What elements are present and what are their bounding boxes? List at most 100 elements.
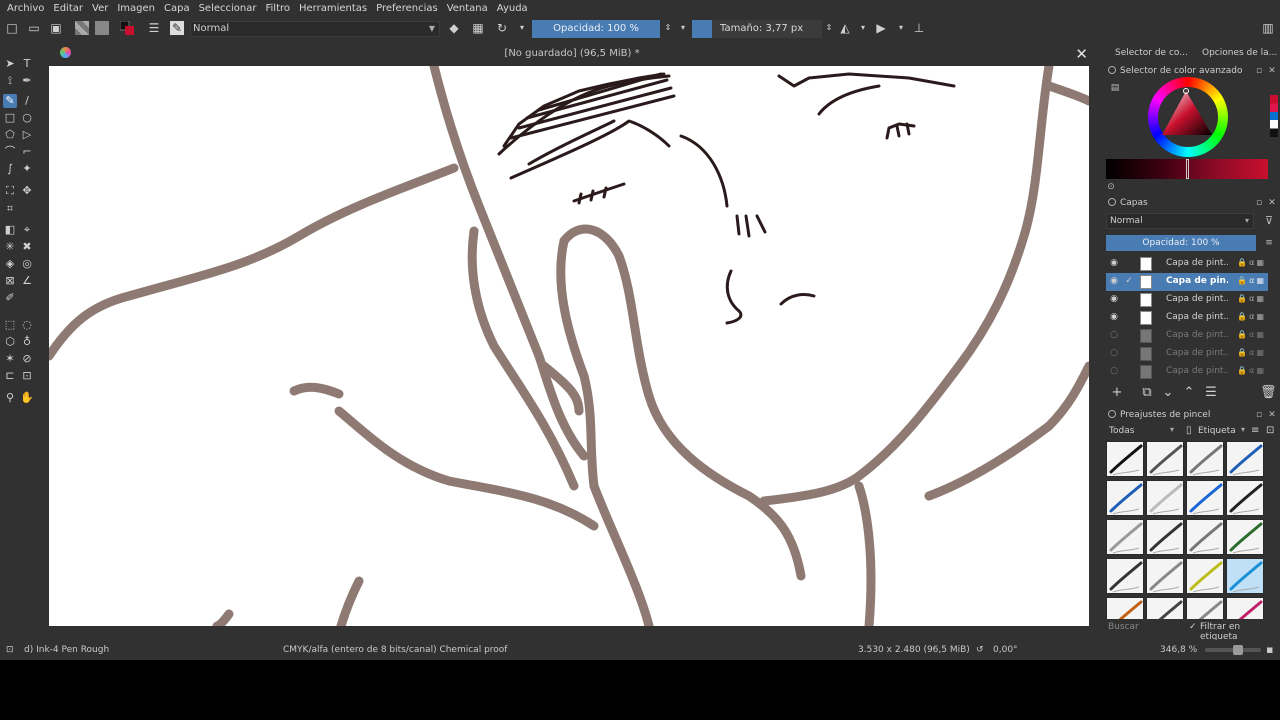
menu-filtro[interactable]: Filtro — [265, 3, 290, 14]
brush-preset-tile[interactable] — [1146, 519, 1184, 555]
size-slider[interactable]: Tamaño: 3,77 px — [692, 20, 822, 38]
pattern-icon[interactable] — [95, 21, 109, 35]
close-icon[interactable]: ✕ — [1267, 410, 1277, 420]
brush-preset-tile[interactable] — [1146, 480, 1184, 516]
freehand-path-icon[interactable]: ⌐ — [20, 145, 34, 159]
eye-closed-icon[interactable]: ○ — [1109, 330, 1119, 340]
preserve-alpha-icon[interactable]: ▦ — [471, 21, 485, 35]
bezier-tool-icon[interactable]: ⌒ — [3, 145, 17, 159]
menu-capa[interactable]: Capa — [164, 3, 190, 14]
opacity-slider[interactable]: Opacidad: 100 % — [532, 20, 660, 38]
reference-images-icon[interactable]: ✐ — [3, 291, 17, 305]
brush-preset-icon[interactable]: ✎ — [170, 21, 184, 35]
chevron-down-icon[interactable]: ▾ — [856, 21, 870, 35]
enclose-fill-icon[interactable]: ◎ — [20, 257, 34, 271]
smart-patch-icon[interactable]: ✖ — [20, 240, 34, 254]
checkbox[interactable] — [1124, 348, 1134, 358]
float-icon[interactable]: ▫ — [1254, 66, 1264, 76]
polyline-tool-icon[interactable]: ▷ — [20, 128, 34, 142]
layer-properties-icon[interactable]: ☰ — [1204, 385, 1218, 401]
gradient-icon[interactable] — [75, 21, 89, 35]
workspace-icon[interactable]: ▥ — [1261, 21, 1275, 35]
layer-blend-mode-select[interactable]: Normal ▾ — [1106, 213, 1254, 229]
menu-imagen[interactable]: Imagen — [117, 3, 155, 14]
select-shapes-icon[interactable]: ➤ — [3, 57, 17, 71]
brush-preset-tile[interactable] — [1226, 441, 1264, 477]
eye-icon[interactable]: ◉ — [1109, 294, 1119, 304]
gradient-tool-icon[interactable]: ◧ — [3, 223, 17, 237]
horizontal-scrollbar[interactable] — [49, 626, 1089, 636]
color-history-strip[interactable] — [1270, 95, 1278, 137]
close-icon[interactable]: ✕ — [1075, 45, 1088, 63]
tab-tool-options[interactable]: Opciones de la... — [1202, 43, 1277, 63]
edit-shapes-icon[interactable]: ⟟ — [3, 74, 17, 88]
checkbox[interactable] — [1124, 294, 1134, 304]
new-document-icon[interactable]: □ — [5, 21, 19, 35]
line-tool-icon[interactable]: / — [20, 94, 34, 108]
move-layer-up-icon[interactable]: ⌃ — [1182, 385, 1196, 401]
layer-flags-icon[interactable]: 🔒α▦ — [1237, 330, 1266, 339]
brush-preset-tile[interactable] — [1106, 480, 1144, 516]
status-brush-icon[interactable]: ⊡ — [6, 645, 14, 655]
mirror-horizontal-icon[interactable]: ◭ — [838, 21, 852, 35]
color-triangle[interactable] — [1148, 77, 1228, 157]
brush-preset-tile[interactable] — [1146, 441, 1184, 477]
layer-flags-icon[interactable]: 🔒α▦ — [1237, 312, 1266, 321]
brush-preset-tile[interactable] — [1106, 597, 1144, 619]
refresh-icon[interactable]: ⊙ — [1106, 182, 1116, 192]
pan-tool-icon[interactable]: ✋ — [20, 391, 34, 405]
brush-preset-tile[interactable] — [1106, 519, 1144, 555]
open-folder-icon[interactable]: ▭ — [27, 21, 41, 35]
wrap-around-icon[interactable]: ⊥ — [912, 21, 926, 35]
spin-arrows-icon[interactable]: ⇕ — [661, 21, 675, 35]
brush-preset-tile[interactable] — [1226, 558, 1264, 594]
checkbox[interactable] — [1124, 258, 1134, 268]
color-settings-icon[interactable]: ▤ — [1110, 83, 1120, 93]
menu-archivo[interactable]: Archivo — [7, 3, 44, 14]
checkbox[interactable] — [1124, 366, 1134, 376]
brush-preset-tile[interactable] — [1186, 519, 1224, 555]
layer-flags-icon[interactable]: 🔒α▦ — [1237, 348, 1266, 357]
zoom-slider-knob[interactable] — [1233, 645, 1243, 655]
menu-herramientas[interactable]: Herramientas — [299, 3, 367, 14]
polygon-tool-icon[interactable]: ⬠ — [3, 128, 17, 142]
tab-color-selector[interactable]: Selector de co... — [1115, 43, 1188, 63]
blend-mode-select[interactable]: Normal ▼ — [190, 21, 440, 37]
outline-select-icon[interactable]: ♁ — [20, 335, 34, 349]
layer-row[interactable]: ○ Capa de pint... 🔒α▦ — [1106, 327, 1268, 345]
similar-select-icon[interactable]: ⊘ — [20, 352, 34, 366]
filter-icon[interactable]: ⊽ — [1264, 215, 1274, 226]
float-icon[interactable]: ▫ — [1254, 198, 1264, 208]
layer-row[interactable]: ◉ Capa de pint... 🔒α▦ — [1106, 291, 1268, 309]
measure-tool-icon[interactable]: ∠ — [20, 274, 34, 288]
text-tool-icon[interactable]: T — [20, 57, 34, 71]
close-icon[interactable]: ✕ — [1267, 198, 1277, 208]
fill-tool-icon[interactable]: ◈ — [3, 257, 17, 271]
mirror-vertical-icon[interactable]: ▶ — [874, 21, 888, 35]
scroll-up-icon[interactable]: ⊡ — [1266, 425, 1274, 436]
reload-preset-icon[interactable]: ↻ — [495, 21, 509, 35]
menu-ver[interactable]: Ver — [92, 3, 108, 14]
color-hue-ring[interactable] — [1148, 77, 1228, 157]
move-tool-icon[interactable]: ✥ — [20, 184, 34, 198]
brush-preset-tile[interactable] — [1106, 441, 1144, 477]
status-color-space[interactable]: CMYK/alfa (entero de 8 bits/canal) Chemi… — [283, 645, 507, 655]
brush-preset-tile[interactable] — [1146, 597, 1184, 619]
vertical-scrollbar[interactable] — [1089, 66, 1097, 626]
ellipse-select-icon[interactable]: ◌ — [20, 318, 34, 332]
menu-editar[interactable]: Editar — [53, 3, 83, 14]
checkbox[interactable] — [1124, 330, 1134, 340]
rotate-icon[interactable]: ↺ — [976, 645, 984, 655]
menu-seleccionar[interactable]: Seleccionar — [199, 3, 257, 14]
layer-opacity-slider[interactable]: Opacidad: 100 % — [1106, 235, 1256, 251]
menu-icon[interactable]: ≡ — [1264, 238, 1274, 248]
brush-search-input[interactable]: Buscar — [1108, 622, 1139, 632]
layer-row[interactable]: ◉ Capa de pint... 🔒α▦ — [1106, 309, 1268, 327]
delete-layer-icon[interactable]: 🗑 — [1260, 385, 1277, 401]
status-zoom[interactable]: 346,8 % — [1160, 645, 1197, 655]
status-rotation[interactable]: 0,00° — [993, 645, 1018, 655]
brush-preset-tile[interactable] — [1186, 558, 1224, 594]
dynamic-brush-icon[interactable]: ∫ — [3, 162, 17, 176]
freehand-brush-icon[interactable]: ✎ — [3, 94, 17, 108]
eraser-icon[interactable]: ◆ — [447, 21, 461, 35]
